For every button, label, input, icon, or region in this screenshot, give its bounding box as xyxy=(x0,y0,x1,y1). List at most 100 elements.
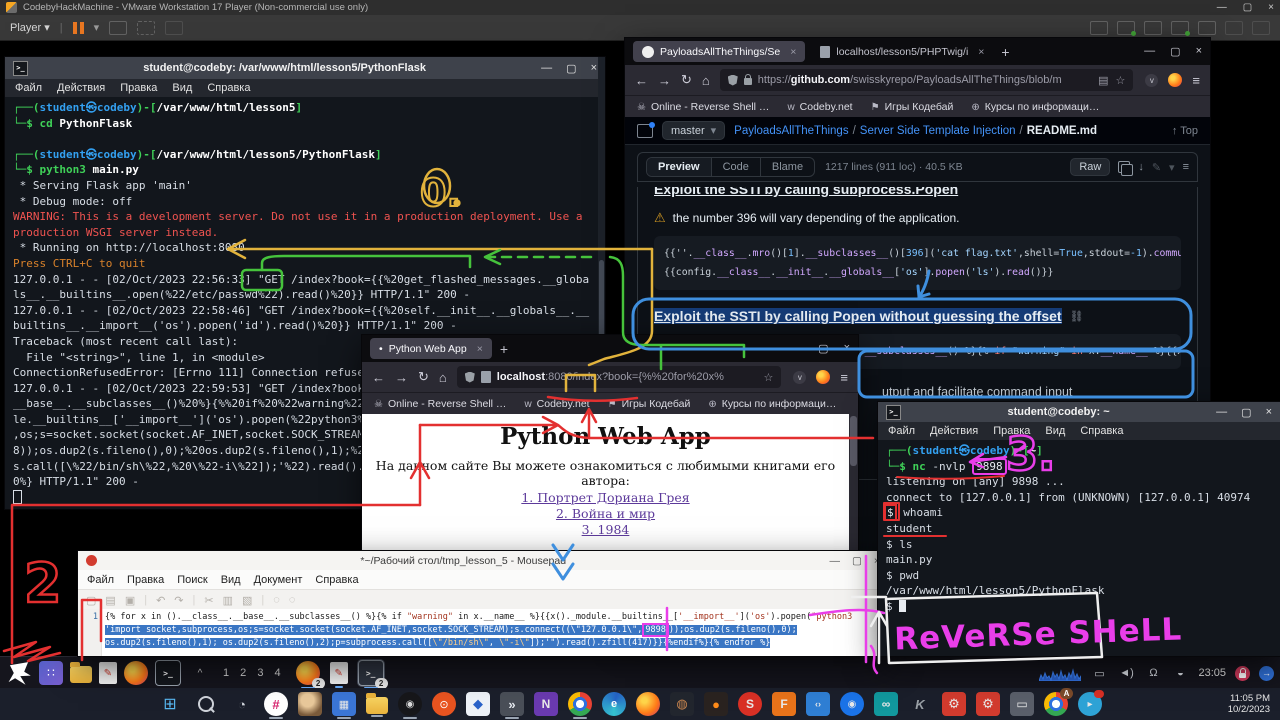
terminal-menu-item-2[interactable]: Правка xyxy=(993,425,1030,437)
back-button[interactable]: ← xyxy=(372,370,385,385)
pin-app-icon[interactable] xyxy=(840,692,864,716)
keepass-tray-icon[interactable] xyxy=(1235,666,1250,681)
edit-pencil-icon[interactable]: ✎ xyxy=(1152,161,1161,174)
telegram-icon[interactable] xyxy=(1078,692,1102,716)
view-tab-code[interactable]: Code xyxy=(712,158,761,176)
bookmark-item-1[interactable]: wCodeby.net xyxy=(524,398,589,410)
mousepad-menu-item-5[interactable]: Справка xyxy=(315,574,358,586)
copy-file-icon[interactable] xyxy=(1118,161,1130,173)
usb-device-icon[interactable] xyxy=(1090,21,1108,35)
mousepad-menu-item-1[interactable]: Правка xyxy=(127,574,164,586)
bookmark-star-icon[interactable]: ☆ xyxy=(764,371,774,384)
file-manager-icon[interactable] xyxy=(70,666,92,683)
branch-selector[interactable]: master▾ xyxy=(662,121,725,140)
sync-tray-icon[interactable]: → xyxy=(1259,666,1274,681)
terminal-menu-item-0[interactable]: Файл xyxy=(15,82,42,94)
mousepad-menu-item-4[interactable]: Документ xyxy=(254,574,303,586)
extension-fox-icon[interactable] xyxy=(1168,73,1182,87)
terminal-menu-item-3[interactable]: Вид xyxy=(172,82,192,94)
settings-device-icon[interactable] xyxy=(1252,21,1270,35)
pocket-icon[interactable]: v xyxy=(793,371,806,384)
download-icon[interactable]: ↓ xyxy=(1138,161,1144,173)
virtualbox-icon[interactable] xyxy=(466,692,490,716)
view-tab-preview[interactable]: Preview xyxy=(647,158,712,176)
tab-close-icon[interactable]: × xyxy=(790,46,796,58)
gear-app-icon[interactable] xyxy=(942,692,966,716)
bookmark-item-2[interactable]: ⚑Игры Кодебай xyxy=(871,101,954,113)
new-tab-button[interactable]: + xyxy=(1001,44,1009,60)
close-button[interactable]: × xyxy=(1266,406,1272,419)
terminal-menu-item-4[interactable]: Справка xyxy=(207,82,250,94)
maximize-button[interactable]: ▢ xyxy=(566,62,576,75)
vmware-minimize-button[interactable]: — xyxy=(1217,2,1227,13)
replace-icon[interactable]: ◌ xyxy=(289,594,296,606)
mousepad-editor[interactable]: 1 {% for x in ().__class__.__base__.__su… xyxy=(78,609,888,656)
bookmark-star-icon[interactable]: ☆ xyxy=(1116,74,1126,87)
save-file-icon[interactable]: ▣ xyxy=(125,594,135,607)
bookmark-item-2[interactable]: ⚑Игры Кодебай xyxy=(608,398,691,410)
terminal-menu-item-1[interactable]: Действия xyxy=(57,82,105,94)
url-bar[interactable]: localhost:8080/index?book={%%20for%20x% … xyxy=(457,366,782,388)
reload-button[interactable]: ↻ xyxy=(681,72,692,88)
outline-icon[interactable]: ≡ xyxy=(1183,161,1189,173)
reader-mode-icon[interactable]: ▤ xyxy=(1098,74,1108,87)
camera-app-icon[interactable] xyxy=(398,692,422,716)
terminal-menu-item-1[interactable]: Действия xyxy=(930,425,978,437)
davinci-app-icon[interactable] xyxy=(670,692,694,716)
firefox-launcher-icon[interactable] xyxy=(124,661,148,685)
home-button[interactable]: ⌂ xyxy=(439,370,447,385)
pocket-icon[interactable]: v xyxy=(1145,74,1158,87)
maximize-button[interactable]: ▢ xyxy=(852,555,862,567)
widgets-gauge-icon[interactable] xyxy=(230,692,254,716)
vmware-player-icon[interactable] xyxy=(500,692,524,716)
anchor-link-icon[interactable]: ⛓ xyxy=(1070,310,1084,323)
edit-caret-icon[interactable]: ▾ xyxy=(1169,161,1175,174)
close-button[interactable]: × xyxy=(844,342,850,355)
url-bar[interactable]: https://github.com/swisskyrepo/PayloadsA… xyxy=(720,69,1134,91)
tab-0[interactable]: PayloadsAllTheThings/Se× xyxy=(633,41,805,62)
vmware-close-button[interactable]: × xyxy=(1268,2,1274,13)
show-hidden-icon[interactable] xyxy=(188,661,212,685)
maximize-button[interactable]: ▢ xyxy=(1241,406,1251,419)
minimize-button[interactable]: — xyxy=(541,62,552,75)
book-link-2[interactable]: 3. 1984 xyxy=(582,522,630,537)
slack-icon[interactable] xyxy=(264,692,288,716)
ubuntu-icon[interactable] xyxy=(432,692,456,716)
notifications-tray-icon[interactable] xyxy=(1144,661,1162,685)
breadcrumb-dir-link[interactable]: Server Side Template Injection xyxy=(860,125,1016,137)
terminal-menu-item-2[interactable]: Правка xyxy=(120,82,157,94)
cd-device-icon[interactable] xyxy=(1144,21,1162,35)
gear-app2-icon[interactable] xyxy=(976,692,1000,716)
suspend-vm-button[interactable] xyxy=(73,22,84,34)
host-clock[interactable]: 11:05 PM 10/2/2023 xyxy=(1228,693,1270,715)
terminal-nc-titlebar[interactable]: >_ student@codeby: ~ — ▢ × xyxy=(878,402,1280,422)
bookmark-item-0[interactable]: ☠Online - Reverse Shell … xyxy=(374,398,506,410)
display-tray-icon[interactable] xyxy=(1090,661,1108,685)
tab-close-icon[interactable]: × xyxy=(978,46,984,58)
terminal-menu-item-0[interactable]: Файл xyxy=(888,425,915,437)
bookmark-item-3[interactable]: ⊕Курсы по информаци… xyxy=(971,101,1099,113)
s-app-icon[interactable] xyxy=(738,692,762,716)
open-file-icon[interactable]: ▤ xyxy=(105,594,115,607)
sidebar-toggle-icon[interactable] xyxy=(637,124,653,138)
firefox-window-icon[interactable]: 2 xyxy=(296,661,320,685)
disk-device-icon[interactable] xyxy=(1198,21,1216,35)
search-icon[interactable]: ◌ xyxy=(273,594,280,606)
maximize-button[interactable]: ▢ xyxy=(1170,45,1180,58)
orange-app-icon[interactable] xyxy=(704,692,728,716)
maximize-button[interactable]: ▢ xyxy=(818,342,828,355)
terminal-menu-item-4[interactable]: Справка xyxy=(1080,425,1123,437)
code-block-subclasses[interactable]: {{''.__class__.mro()[1].__subclasses__()… xyxy=(654,236,1181,290)
windows-start-icon[interactable] xyxy=(158,692,182,716)
fullscreen-icon[interactable] xyxy=(137,21,155,35)
tab-1[interactable]: localhost/lesson5/PHPTwig/i× xyxy=(811,41,993,62)
mousepad-menu-item-0[interactable]: Файл xyxy=(87,574,114,586)
terminal-menu-item-3[interactable]: Вид xyxy=(1045,425,1065,437)
forward-button[interactable]: → xyxy=(658,73,671,88)
minimize-button[interactable]: — xyxy=(829,555,840,567)
suspend-caret[interactable]: ▾ xyxy=(94,21,100,34)
tab-close-icon[interactable]: × xyxy=(477,343,483,355)
vscode-icon[interactable] xyxy=(806,692,830,716)
display-device-icon[interactable] xyxy=(1117,21,1135,35)
ctrl-alt-del-icon[interactable] xyxy=(109,21,127,35)
